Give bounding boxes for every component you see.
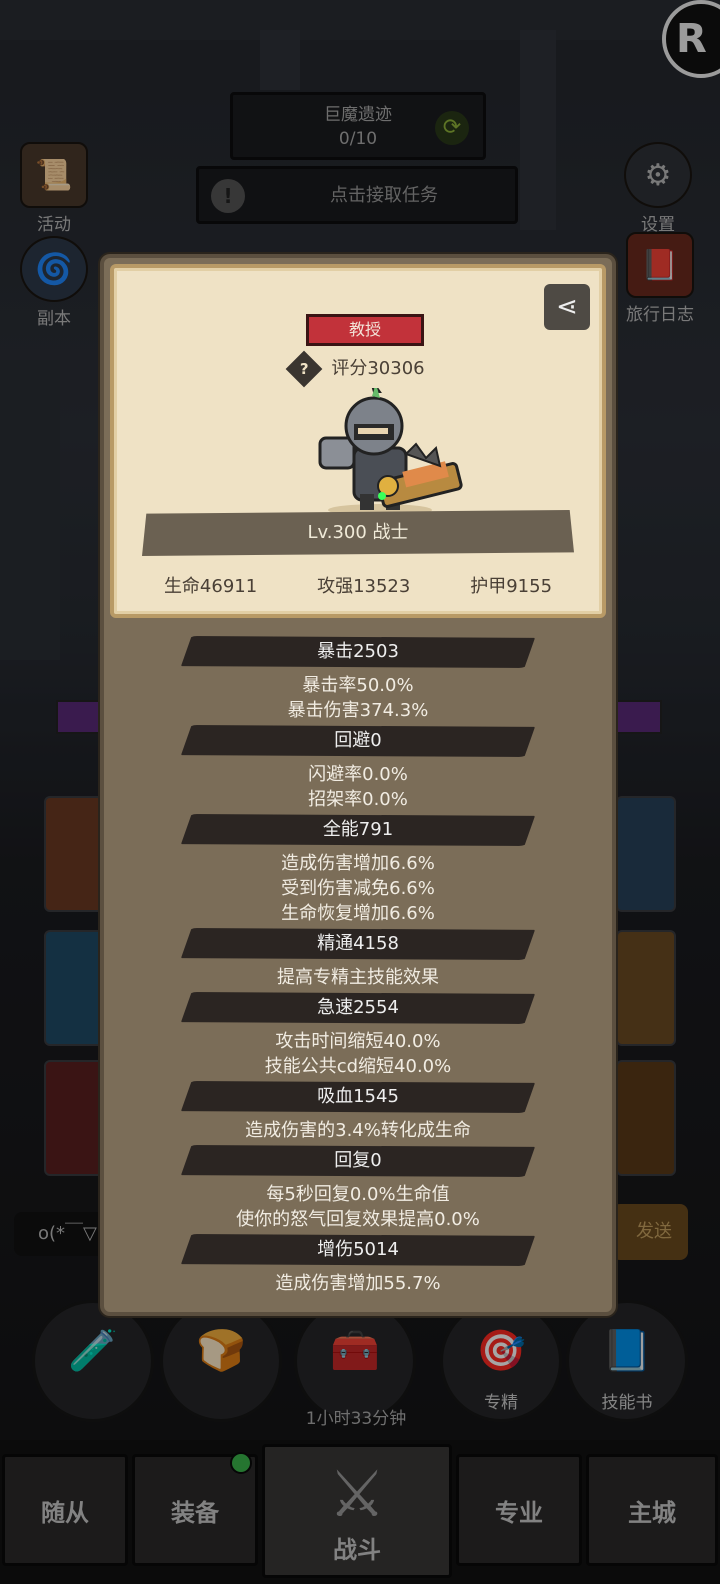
- attribute-detail: 造成伤害增加6.6%: [281, 853, 435, 874]
- attack-stat: 攻强13523: [317, 576, 411, 597]
- attribute-group: 精通4158 提高专精主技能效果: [104, 928, 612, 990]
- level-class-bar: Lv.300 战士: [142, 510, 574, 556]
- attribute-header: 急速2554: [181, 992, 535, 1024]
- attribute-detail: 闪避率0.0%: [308, 764, 408, 785]
- attribute-detail: 提高专精主技能效果: [277, 967, 439, 988]
- character-detail-panel: ⋖ 教授 ? 评分30306 Lv.300 战士 生命46911 攻强13523…: [100, 254, 616, 1316]
- attribute-header: 回复0: [181, 1145, 535, 1177]
- attribute-header: 全能791: [181, 814, 535, 846]
- attribute-detail: 暴击伤害374.3%: [287, 700, 429, 721]
- attribute-detail: 使你的怒气回复效果提高0.0%: [236, 1209, 480, 1230]
- attribute-detail: 造成伤害增加55.7%: [275, 1273, 441, 1294]
- attribute-detail: 技能公共cd缩短40.0%: [264, 1056, 452, 1077]
- attribute-group: 增伤5014 造成伤害增加55.7%: [104, 1234, 612, 1296]
- attribute-group: 吸血1545 造成伤害的3.4%转化成生命: [104, 1081, 612, 1143]
- hp-stat: 生命46911: [163, 576, 258, 597]
- main-stats: 生命46911 攻强13523 护甲9155: [114, 572, 602, 598]
- attribute-detail: 每5秒回复0.0%生命值: [266, 1184, 450, 1205]
- attribute-header: 吸血1545: [181, 1081, 535, 1113]
- share-icon: ⋖: [556, 292, 578, 322]
- attribute-header: 暴击2503: [181, 636, 535, 668]
- score-row: ? 评分30306: [114, 350, 602, 388]
- attribute-list: 暴击2503 暴击率50.0% 暴击伤害374.3% 回避0 闪避率0.0% 招架率0.0…: [104, 636, 612, 1298]
- attribute-group: 暴击2503 暴击率50.0% 暴击伤害374.3%: [104, 636, 612, 723]
- warrior-avatar: [318, 388, 463, 516]
- attribute-detail: 造成伤害的3.4%转化成生命: [245, 1120, 471, 1141]
- armor-stat: 护甲9155: [470, 576, 553, 597]
- attribute-group: 全能791 造成伤害增加6.6% 受到伤害减免6.6% 生命恢复增加6.6%: [104, 814, 612, 926]
- character-title-badge: 教授: [306, 314, 424, 346]
- attribute-detail: 招架率0.0%: [308, 789, 408, 810]
- attribute-group: 回避0 闪避率0.0% 招架率0.0%: [104, 725, 612, 812]
- attribute-group: 急速2554 攻击时间缩短40.0% 技能公共cd缩短40.0%: [104, 992, 612, 1079]
- help-icon[interactable]: ?: [285, 350, 323, 388]
- attribute-detail: 暴击率50.0%: [302, 675, 414, 696]
- attribute-header: 增伤5014: [181, 1234, 535, 1266]
- attribute-detail: 攻击时间缩短40.0%: [275, 1031, 441, 1052]
- share-button[interactable]: ⋖: [544, 284, 590, 330]
- attribute-header: 回避0: [181, 725, 535, 757]
- score-text: 评分30306: [331, 358, 425, 379]
- attribute-group: 回复0 每5秒回复0.0%生命值使你的怒气回复效果提高0.0%: [104, 1145, 612, 1232]
- attribute-header: 精通4158: [181, 928, 535, 960]
- character-card: ⋖ 教授 ? 评分30306 Lv.300 战士 生命46911 攻强13523…: [110, 264, 606, 618]
- attribute-detail: 受到伤害减免6.6%: [281, 878, 435, 899]
- attribute-detail: 生命恢复增加6.6%: [281, 903, 435, 924]
